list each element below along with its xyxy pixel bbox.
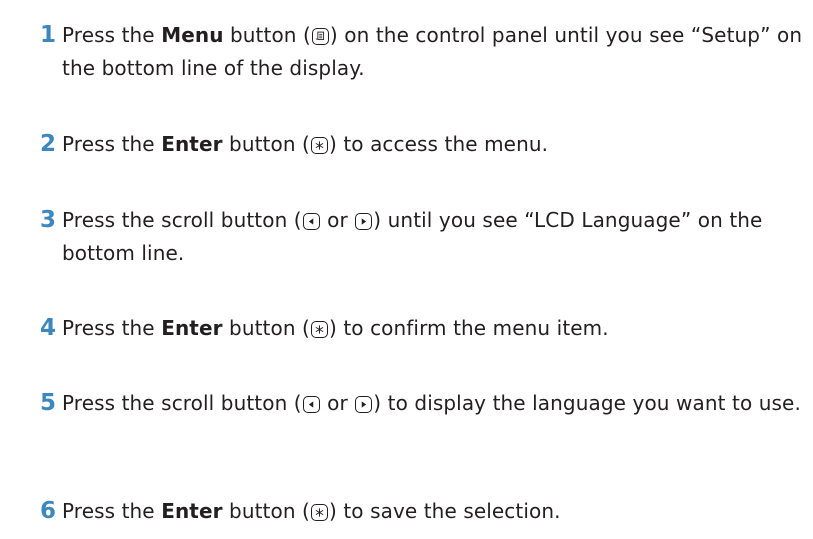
step-text-part: ) to display the language you want to us… [373, 391, 801, 415]
enter-button-icon [310, 321, 328, 338]
step-text: Press the scroll button ( or ) to displa… [62, 387, 813, 420]
step-text: Press the Menu button (*) on the control… [62, 19, 813, 85]
step-text-part: or [320, 208, 355, 232]
step-text-part: button ( [222, 499, 310, 523]
step-text-part: Press the [62, 132, 162, 156]
scroll-left-button-icon [302, 396, 320, 413]
step-number: 6 [40, 498, 57, 524]
step-text-part: ) to save the selection. [328, 499, 561, 523]
step-number: 4 [40, 315, 57, 341]
enter-button-icon [310, 137, 328, 154]
step-text-part: or [320, 391, 355, 415]
menu-button-icon: * [311, 28, 329, 45]
step-number: 2 [40, 131, 57, 157]
scroll-right-button-icon [355, 213, 373, 230]
step-text-part: button ( [222, 316, 310, 340]
button-name: Enter [161, 499, 223, 523]
button-name: Menu [161, 23, 224, 47]
step-number: 5 [40, 390, 57, 416]
scroll-left-button-icon [302, 213, 320, 230]
step-text-part: Press the scroll button ( [62, 391, 302, 415]
step-text-part: button ( [222, 132, 310, 156]
step-text: Press the scroll button ( or ) until you… [62, 204, 813, 270]
step-text-part: ) to confirm the menu item. [328, 316, 609, 340]
step-text-part: button ( [223, 23, 311, 47]
scroll-right-button-icon [355, 396, 373, 413]
step-text-part: ) to access the menu. [328, 132, 549, 156]
step-text-part: Press the [62, 316, 162, 340]
instruction-steps: 1 Press the Menu button (*) on the contr… [0, 0, 813, 539]
step-text-part: Press the [62, 499, 162, 523]
button-name: Enter [161, 316, 223, 340]
button-name: Enter [161, 132, 223, 156]
step-text-part: Press the [62, 23, 162, 47]
step-text: Press the Enter button ( ) to access the … [62, 128, 813, 161]
step-text: Press the Enter button ( ) to confirm the… [62, 312, 813, 345]
step-text-part: Press the scroll button ( [62, 208, 302, 232]
step-number: 3 [40, 207, 57, 233]
step-number: 1 [40, 22, 57, 48]
enter-button-icon [310, 504, 328, 521]
step-text: Press the Enter button ( ) to save the se… [62, 495, 813, 528]
